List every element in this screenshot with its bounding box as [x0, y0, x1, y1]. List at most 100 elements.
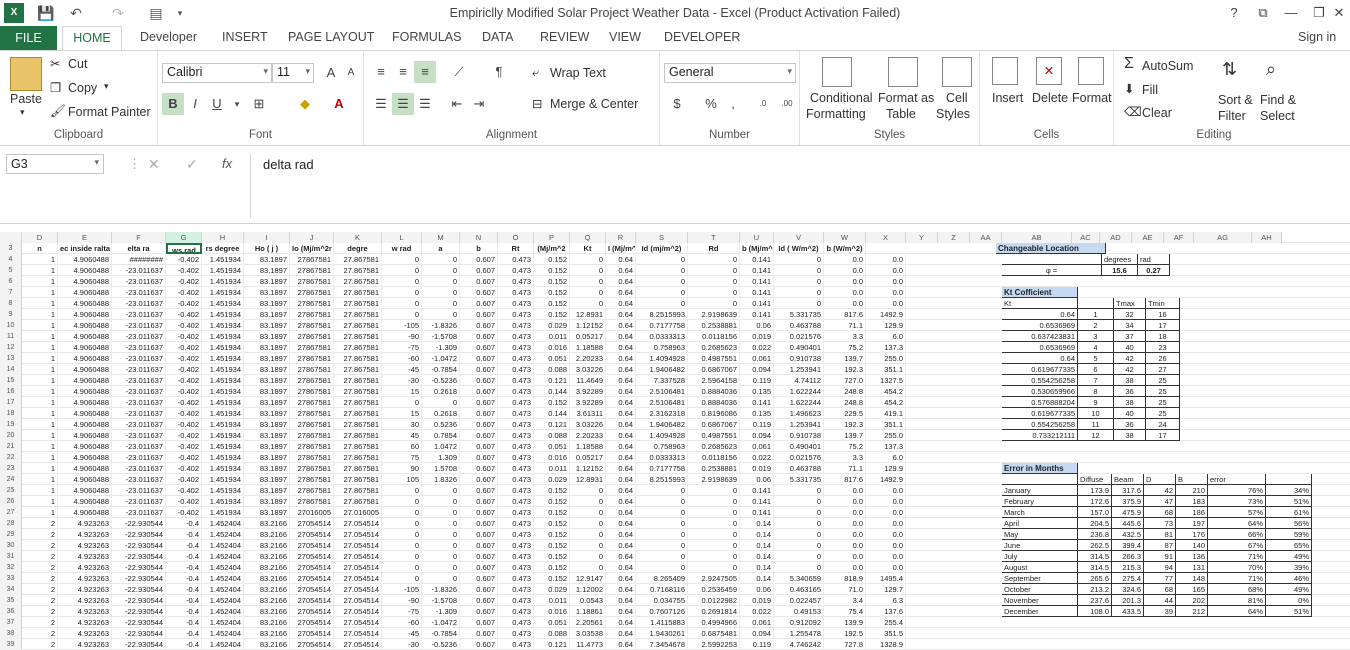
row-number[interactable]: 16	[0, 386, 22, 397]
table-cell[interactable]: -0.4	[166, 617, 202, 628]
table-cell[interactable]: 0.6875481	[688, 628, 740, 639]
table-cell[interactable]: 7.3454678	[636, 639, 688, 650]
table-cell[interactable]: 351.1	[866, 364, 906, 375]
table-cell[interactable]: 0.0333313	[636, 331, 688, 342]
table-cell[interactable]: 0.64	[606, 287, 636, 298]
row-number[interactable]: 12	[0, 342, 22, 353]
table-cell[interactable]: 0.490401	[774, 441, 824, 452]
table-cell[interactable]: 1	[22, 386, 58, 397]
table-cell[interactable]: 1.451934	[202, 320, 244, 331]
table-cell[interactable]: 0.473	[498, 606, 534, 617]
table-cell[interactable]: 1.8326	[422, 474, 460, 485]
table-cell[interactable]: 1.12152	[570, 320, 606, 331]
error-cell[interactable]: 49%	[1266, 551, 1312, 562]
table-cell[interactable]: 0.7177758	[636, 463, 688, 474]
table-cell[interactable]: 0.0	[824, 518, 866, 529]
error-cell[interactable]: 212	[1176, 606, 1208, 617]
table-cell[interactable]: 3.03226	[570, 419, 606, 430]
table-cell[interactable]: 0	[774, 496, 824, 507]
header-cell[interactable]: Id ( W/m^2)	[774, 243, 824, 254]
table-cell[interactable]: 27054514	[290, 606, 334, 617]
table-cell[interactable]: -90	[382, 595, 422, 606]
error-cell[interactable]: 314.5	[1078, 551, 1112, 562]
table-cell[interactable]: 1.452404	[202, 628, 244, 639]
table-cell[interactable]: 1	[22, 265, 58, 276]
table-cell[interactable]: 351.1	[866, 419, 906, 430]
error-cell[interactable]: 59%	[1266, 529, 1312, 540]
table-cell[interactable]: 0	[688, 551, 740, 562]
row-number[interactable]: 30	[0, 540, 22, 551]
table-cell[interactable]: 0.019	[740, 331, 774, 342]
table-cell[interactable]: 0	[688, 298, 740, 309]
table-cell[interactable]: 0.029	[534, 584, 570, 595]
error-cell[interactable]: 51%	[1266, 606, 1312, 617]
error-cell[interactable]: 210	[1176, 485, 1208, 496]
error-cell[interactable]: May	[1002, 529, 1078, 540]
table-cell[interactable]: 0.64	[606, 353, 636, 364]
kt-cell[interactable]: 0.64	[1002, 309, 1078, 320]
table-cell[interactable]: -105	[382, 584, 422, 595]
table-cell[interactable]: 0.473	[498, 617, 534, 628]
format-painter-icon[interactable]: 🖌	[50, 104, 66, 119]
table-cell[interactable]: -0.4	[166, 595, 202, 606]
table-cell[interactable]: 0.0	[866, 298, 906, 309]
table-cell[interactable]: -105	[382, 320, 422, 331]
table-cell[interactable]: 0	[570, 485, 606, 496]
table-cell[interactable]: 0.0	[866, 518, 906, 529]
table-cell[interactable]: 0.473	[498, 507, 534, 518]
table-cell[interactable]: 0	[422, 518, 460, 529]
kt-cell[interactable]: 42	[1114, 364, 1146, 375]
orientation-icon[interactable]: ⟋	[448, 61, 470, 83]
font-name-combo[interactable]: Calibri ▾	[162, 63, 272, 83]
table-cell[interactable]: -23.011637	[112, 342, 166, 353]
table-cell[interactable]: 27867581	[290, 419, 334, 430]
table-cell[interactable]: 0.473	[498, 639, 534, 650]
table-cell[interactable]: 1.622244	[774, 386, 824, 397]
table-cell[interactable]: 27867581	[290, 386, 334, 397]
kt-header-cell[interactable]: Tmax	[1114, 298, 1146, 309]
table-cell[interactable]: 4.923263	[58, 606, 112, 617]
table-cell[interactable]: 0.607	[460, 287, 498, 298]
error-cell[interactable]: 64%	[1208, 606, 1266, 617]
table-cell[interactable]: 0.121	[534, 419, 570, 430]
table-cell[interactable]: 1.622244	[774, 397, 824, 408]
table-cell[interactable]: 83.1897	[244, 276, 290, 287]
table-cell[interactable]: 0.473	[498, 441, 534, 452]
table-cell[interactable]: 0.141	[740, 276, 774, 287]
table-cell[interactable]: -60	[382, 617, 422, 628]
table-cell[interactable]: 4.9060488	[58, 485, 112, 496]
error-cell[interactable]: 0%	[1266, 595, 1312, 606]
table-cell[interactable]: 1.9430261	[636, 628, 688, 639]
table-cell[interactable]: -0.402	[166, 298, 202, 309]
table-cell[interactable]: 0	[688, 518, 740, 529]
error-header-cell[interactable]: Beam	[1112, 474, 1144, 485]
table-cell[interactable]: 4.9060488	[58, 430, 112, 441]
column-header[interactable]: J	[290, 232, 334, 243]
error-cell[interactable]: 201.3	[1112, 595, 1144, 606]
table-cell[interactable]: 0	[382, 276, 422, 287]
table-cell[interactable]: 1	[22, 441, 58, 452]
table-cell[interactable]: 1.451934	[202, 507, 244, 518]
table-cell[interactable]: 83.2166	[244, 562, 290, 573]
table-cell[interactable]: 4.9060488	[58, 364, 112, 375]
location-blank-cell[interactable]	[1002, 254, 1102, 265]
row-number[interactable]: 14	[0, 364, 22, 375]
table-cell[interactable]: 0.152	[534, 254, 570, 265]
kt-cell[interactable]: 40	[1114, 342, 1146, 353]
column-header[interactable]: X	[866, 232, 906, 243]
table-cell[interactable]: 0.64	[606, 551, 636, 562]
decrease-indent-icon[interactable]: ⇤	[446, 93, 468, 115]
kt-cell[interactable]: 11	[1078, 419, 1114, 430]
increase-font-icon[interactable]: A	[320, 62, 342, 84]
table-cell[interactable]: 0	[570, 276, 606, 287]
table-cell[interactable]: 192.3	[824, 419, 866, 430]
row-number[interactable]: 20	[0, 430, 22, 441]
error-cell[interactable]: August	[1002, 562, 1078, 573]
table-cell[interactable]: 139.7	[824, 353, 866, 364]
table-cell[interactable]: 0.607	[460, 265, 498, 276]
table-cell[interactable]: 1.496623	[774, 408, 824, 419]
table-cell[interactable]: 0.607	[460, 430, 498, 441]
table-cell[interactable]: -1.8326	[422, 320, 460, 331]
table-cell[interactable]: 255.0	[866, 430, 906, 441]
table-cell[interactable]: 0.141	[740, 287, 774, 298]
